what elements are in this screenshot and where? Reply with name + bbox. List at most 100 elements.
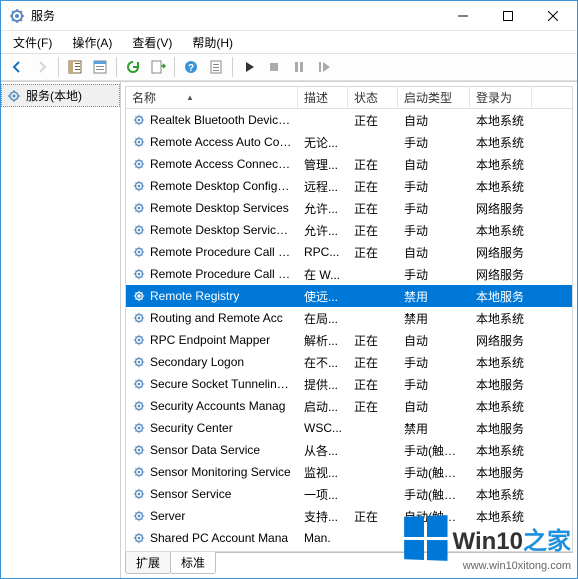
services-window: 服务 文件(F) 操作(A) 查看(V) 帮助(H) ? <box>0 0 578 579</box>
service-row[interactable]: Remote Desktop Service...允许...正在手动本地系统 <box>126 219 572 241</box>
service-row[interactable]: Sensor Data Service从各...手动(触发...本地系统 <box>126 439 572 461</box>
gear-icon <box>132 113 146 127</box>
service-row[interactable]: RPC Endpoint Mapper解析...正在自动网络服务 <box>126 329 572 351</box>
window-controls <box>440 1 575 30</box>
column-description[interactable]: 描述 <box>298 87 348 108</box>
column-status[interactable]: 状态 <box>348 87 398 108</box>
service-startup-type: 自动 <box>398 156 470 173</box>
stop-service-button[interactable] <box>262 55 286 79</box>
service-name: RPC Endpoint Mapper <box>150 333 270 347</box>
service-name: Remote Registry <box>150 289 239 303</box>
back-button[interactable] <box>5 55 29 79</box>
pause-service-button[interactable] <box>287 55 311 79</box>
gear-icon <box>132 399 146 413</box>
menu-bar: 文件(F) 操作(A) 查看(V) 帮助(H) <box>1 31 577 53</box>
minimize-button[interactable] <box>440 1 485 30</box>
service-status: 正在 <box>348 332 398 349</box>
service-logon-as: 网络服务 <box>470 244 532 261</box>
column-logon-as[interactable]: 登录为 <box>470 87 532 108</box>
menu-help[interactable]: 帮助(H) <box>184 32 241 53</box>
service-startup-type: 禁用 <box>398 288 470 305</box>
title-bar: 服务 <box>1 1 577 31</box>
service-row[interactable]: Realtek Bluetooth Device...正在自动本地系统 <box>126 109 572 131</box>
service-row[interactable]: Sensor Monitoring Service监视...手动(触发...本地… <box>126 461 572 483</box>
show-hide-tree-button[interactable] <box>63 55 87 79</box>
service-name: Remote Desktop Service... <box>150 223 292 237</box>
service-logon-as: 本地系统 <box>470 222 532 239</box>
service-row[interactable]: Shared PC Account ManaMan. <box>126 527 572 549</box>
close-button[interactable] <box>530 1 575 30</box>
service-logon-as: 本地系统 <box>470 156 532 173</box>
properties-button[interactable] <box>88 55 112 79</box>
gear-icon <box>132 201 146 215</box>
service-name: Remote Desktop Configu... <box>150 179 292 193</box>
restart-service-button[interactable] <box>312 55 336 79</box>
bottom-tabs: 扩展 标准 <box>125 552 573 574</box>
column-startup-type[interactable]: 启动类型 <box>398 87 470 108</box>
service-row[interactable]: Server支持...正在自动(触发...本地系统 <box>126 505 572 527</box>
service-row[interactable]: Remote Access Auto Con...无论...手动本地系统 <box>126 131 572 153</box>
service-name: Remote Access Connecti... <box>150 157 292 171</box>
service-row[interactable]: Remote Registry使远...禁用本地服务 <box>126 285 572 307</box>
service-name: Sensor Service <box>150 487 231 501</box>
tree-pane[interactable]: 服务(本地) <box>1 82 121 578</box>
column-name[interactable]: 名称▲ <box>126 87 298 108</box>
service-startup-type: 禁用 <box>398 310 470 327</box>
service-status: 正在 <box>348 112 398 129</box>
service-row[interactable]: Sensor Service一项...手动(触发...本地系统 <box>126 483 572 505</box>
service-row[interactable]: Routing and Remote Acc在局...禁用本地系统 <box>126 307 572 329</box>
service-startup-type: 手动 <box>398 354 470 371</box>
service-logon-as: 本地系统 <box>470 486 532 503</box>
service-name: Sensor Data Service <box>150 443 260 457</box>
service-startup-type: 自动 <box>398 244 470 261</box>
service-row[interactable]: Secondary Logon在不...正在手动本地系统 <box>126 351 572 373</box>
service-logon-as: 本地服务 <box>470 464 532 481</box>
service-row[interactable]: Remote Procedure Call (...在 W...手动网络服务 <box>126 263 572 285</box>
service-startup-type: 自动 <box>398 332 470 349</box>
services-app-icon <box>9 8 25 24</box>
tree-root-item[interactable]: 服务(本地) <box>1 84 120 107</box>
list-body[interactable]: Realtek Bluetooth Device...正在自动本地系统Remot… <box>126 109 572 551</box>
service-list: 名称▲ 描述 状态 启动类型 登录为 Realtek Bluetooth Dev… <box>125 86 573 552</box>
properties-sheet-button[interactable] <box>204 55 228 79</box>
service-startup-type: 自动 <box>398 398 470 415</box>
service-description: Man. <box>298 531 348 545</box>
service-name: Server <box>150 509 185 523</box>
service-logon-as: 本地系统 <box>470 354 532 371</box>
menu-view[interactable]: 查看(V) <box>124 32 180 53</box>
gear-icon <box>132 223 146 237</box>
service-description: 在 W... <box>298 266 348 283</box>
start-service-button[interactable] <box>237 55 261 79</box>
tabs-line <box>215 552 573 574</box>
maximize-button[interactable] <box>485 1 530 30</box>
service-startup-type: 手动 <box>398 178 470 195</box>
service-startup-type: 手动 <box>398 376 470 393</box>
service-row[interactable]: Remote Access Connecti...管理...正在自动本地系统 <box>126 153 572 175</box>
gear-icon <box>132 531 146 545</box>
service-status: 正在 <box>348 376 398 393</box>
service-row[interactable]: Remote Desktop Services允许...正在手动网络服务 <box>126 197 572 219</box>
export-list-button[interactable] <box>146 55 170 79</box>
service-row[interactable]: Remote Procedure Call (...RPC...正在自动网络服务 <box>126 241 572 263</box>
service-name: Remote Procedure Call (... <box>150 245 292 259</box>
service-row[interactable]: Secure Socket Tunneling ...提供...正在手动本地服务 <box>126 373 572 395</box>
service-name: Remote Access Auto Con... <box>150 135 292 149</box>
tab-extended[interactable]: 扩展 <box>125 552 171 574</box>
help-button[interactable]: ? <box>179 55 203 79</box>
service-startup-type: 手动(触发... <box>398 442 470 459</box>
gear-icon <box>132 377 146 391</box>
service-description: 使远... <box>298 288 348 305</box>
toolbar-separator <box>174 57 175 77</box>
service-description: WSC... <box>298 421 348 435</box>
service-status: 正在 <box>348 244 398 261</box>
service-status: 正在 <box>348 354 398 371</box>
menu-file[interactable]: 文件(F) <box>5 32 60 53</box>
refresh-button[interactable] <box>121 55 145 79</box>
tab-standard[interactable]: 标准 <box>170 552 216 574</box>
service-row[interactable]: Security Accounts Manag启动...正在自动本地系统 <box>126 395 572 417</box>
service-row[interactable]: Remote Desktop Configu...远程...正在手动本地系统 <box>126 175 572 197</box>
forward-button[interactable] <box>30 55 54 79</box>
service-logon-as: 网络服务 <box>470 332 532 349</box>
service-row[interactable]: Security CenterWSC...禁用本地服务 <box>126 417 572 439</box>
menu-action[interactable]: 操作(A) <box>64 32 120 53</box>
